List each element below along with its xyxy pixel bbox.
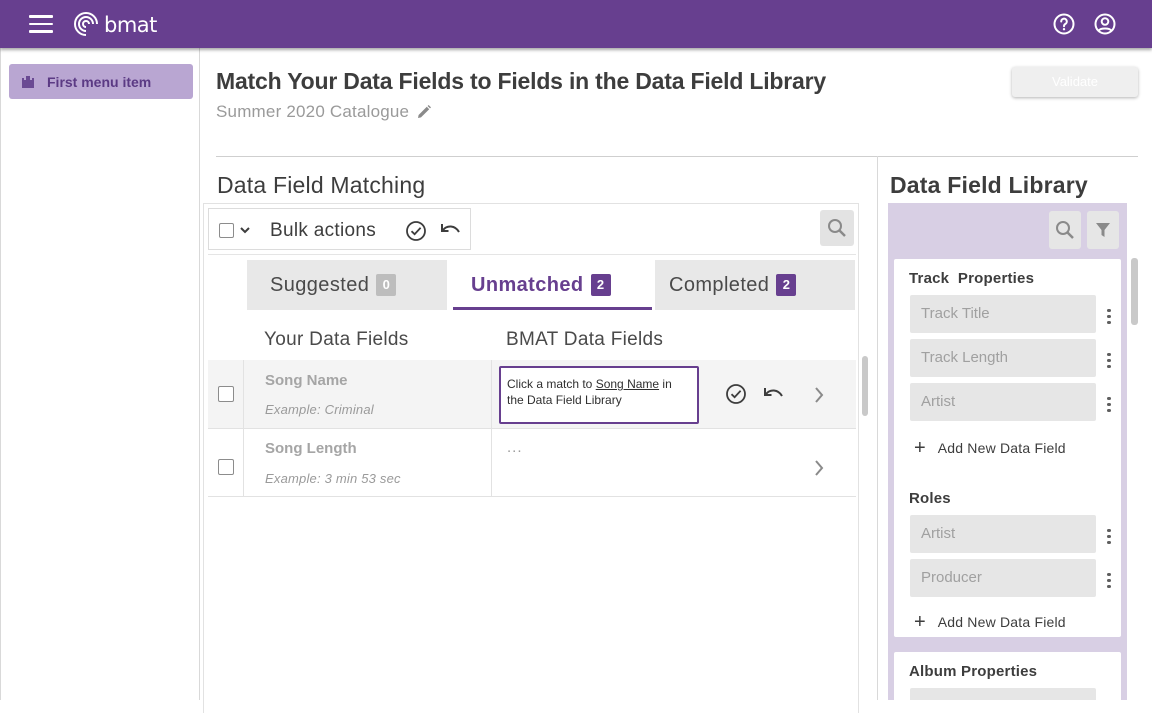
more-vert-icon[interactable]	[1106, 395, 1112, 413]
header-divider	[216, 156, 1138, 157]
library-panel: Track Properties Track Title Track Lengt…	[888, 203, 1127, 700]
tab-label: Completed	[669, 273, 770, 296]
tab-unmatched[interactable]: Unmatched 2	[453, 260, 653, 310]
chevron-right-icon[interactable]	[813, 386, 825, 404]
panel-divider	[877, 156, 878, 700]
count-badge: 0	[376, 274, 397, 296]
castle-icon	[22, 75, 34, 88]
bulk-approve-icon[interactable]	[405, 220, 427, 242]
more-vert-icon[interactable]	[1106, 527, 1112, 545]
more-vert-icon[interactable]	[1106, 351, 1112, 369]
field-name: Song Name	[265, 372, 348, 389]
library-group-album-properties: Album Properties Code	[894, 652, 1121, 700]
brand-name: bmat	[104, 13, 157, 37]
library-scrollbar[interactable]	[1131, 258, 1138, 325]
column-header-bmat-data-fields: BMAT Data Fields	[506, 329, 664, 350]
matching-panel: Bulk actions Suggested 0 Unmatched 2 Com…	[203, 203, 859, 713]
group-title: Track Properties	[909, 270, 1035, 287]
column-divider	[491, 360, 492, 428]
match-target-field[interactable]: Click a match to Song Name in the Data F…	[499, 366, 699, 424]
top-app-bar: bmat	[0, 0, 1152, 48]
add-field-label: Add New Data Field	[937, 614, 1066, 630]
count-badge: 2	[590, 274, 611, 296]
sidebar: First menu item	[0, 48, 200, 700]
data-field-matching-title: Data Field Matching	[217, 172, 426, 198]
bmat-logo[interactable]: bmat	[72, 12, 157, 38]
help-icon[interactable]	[1052, 12, 1076, 36]
library-field[interactable]: Track Length	[910, 339, 1096, 377]
library-field[interactable]: Artist	[910, 383, 1096, 421]
tab-label: Suggested	[270, 273, 370, 296]
library-field[interactable]: Track Title	[910, 295, 1096, 333]
catalogue-name: Summer 2020 Catalogue	[216, 102, 410, 121]
group-title: Album Properties	[909, 663, 1038, 680]
filter-icon	[1096, 223, 1110, 237]
more-vert-icon[interactable]	[1106, 307, 1112, 325]
library-search-button[interactable]	[1049, 211, 1081, 249]
library-field[interactable]: Producer	[910, 559, 1096, 597]
unmatched-placeholder[interactable]: ...	[507, 439, 523, 456]
bmat-logo-icon	[74, 12, 98, 36]
more-vert-icon[interactable]	[1106, 571, 1112, 589]
count-badge: 2	[776, 274, 797, 296]
menu-icon[interactable]	[29, 14, 53, 34]
plus-icon: +	[914, 437, 926, 459]
page-title: Match Your Data Fields to Fields in the …	[216, 68, 826, 94]
approve-icon[interactable]	[725, 383, 747, 405]
validate-button[interactable]: Validate	[1012, 67, 1138, 97]
row-checkbox[interactable]	[218, 459, 234, 475]
table-row[interactable]: Song Length Example: 3 min 53 sec ...	[208, 429, 856, 497]
search-button[interactable]	[820, 210, 854, 246]
row-checkbox[interactable]	[218, 386, 234, 402]
chevron-down-icon[interactable]	[239, 224, 251, 236]
sidebar-item-first-menu-item[interactable]: First menu item	[9, 64, 193, 99]
chevron-right-icon[interactable]	[813, 459, 825, 477]
field-example: Example: Criminal	[265, 402, 374, 417]
sidebar-item-label: First menu item	[47, 73, 152, 90]
match-field-name: Song Name	[595, 377, 660, 391]
column-divider	[491, 429, 492, 496]
bulk-actions-bar: Bulk actions	[208, 208, 471, 250]
active-tab-indicator	[453, 307, 652, 310]
pencil-icon[interactable]	[416, 104, 432, 120]
data-field-library-title: Data Field Library	[890, 172, 1088, 198]
library-field[interactable]: Artist	[910, 515, 1096, 553]
catalogue-name-row: Summer 2020 Catalogue	[216, 102, 432, 122]
add-new-data-field-button[interactable]: + Add New Data Field	[914, 612, 1066, 632]
tab-suggested[interactable]: Suggested 0	[247, 260, 447, 310]
matching-scrollbar[interactable]	[862, 356, 868, 416]
bulk-actions-label: Bulk actions	[270, 220, 377, 241]
toolbar-divider	[208, 254, 856, 255]
table-row[interactable]: Song Name Example: Criminal Click a matc…	[208, 360, 856, 429]
match-prompt: Click a match to	[507, 377, 593, 391]
tab-label: Unmatched	[471, 273, 584, 296]
field-name: Song Length	[265, 440, 357, 457]
add-new-data-field-button[interactable]: + Add New Data Field	[914, 438, 1066, 458]
field-example: Example: 3 min 53 sec	[265, 471, 401, 486]
library-field[interactable]: Code	[910, 688, 1096, 700]
search-icon	[828, 219, 846, 237]
plus-icon: +	[914, 611, 926, 633]
account-icon[interactable]	[1093, 12, 1117, 36]
tab-completed[interactable]: Completed 2	[655, 260, 855, 310]
column-header-your-data-fields: Your Data Fields	[264, 329, 409, 350]
library-group-roles: Roles Artist Producer + Add New Data Fie…	[894, 479, 1121, 637]
bulk-undo-icon[interactable]	[440, 221, 462, 241]
add-field-label: Add New Data Field	[937, 440, 1066, 456]
library-filter-button[interactable]	[1087, 211, 1119, 249]
select-all-checkbox[interactable]	[219, 223, 234, 238]
main-content: Match Your Data Fields to Fields in the …	[200, 48, 1152, 713]
group-title: Roles	[909, 490, 951, 507]
search-icon	[1056, 221, 1074, 239]
undo-icon[interactable]	[763, 385, 785, 405]
